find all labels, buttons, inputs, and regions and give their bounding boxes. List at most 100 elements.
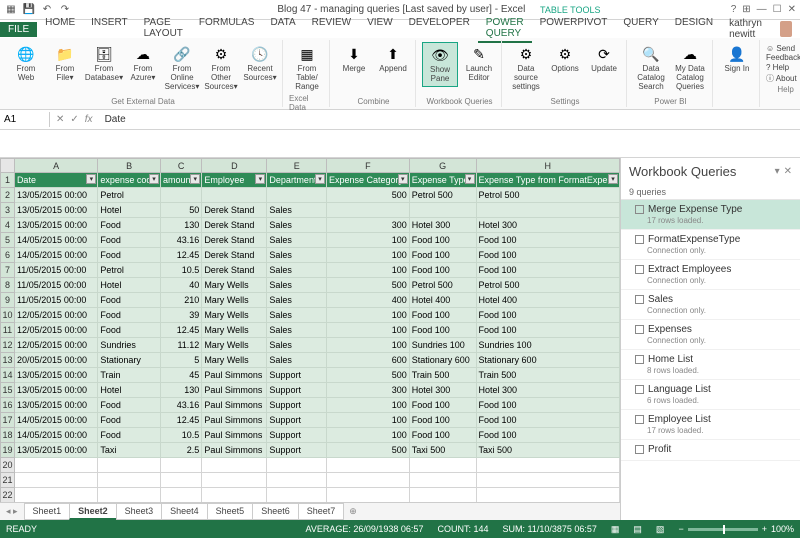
view-layout-icon[interactable]: ▤ [633, 524, 642, 535]
tab-design[interactable]: DESIGN [667, 15, 721, 43]
table-header[interactable]: expense code▾ [98, 173, 161, 188]
row-header[interactable]: 9 [1, 293, 15, 308]
ribbon-my-data-catalog-queries[interactable]: ☁My Data Catalog Queries [672, 42, 708, 93]
ribbon-options-icon[interactable]: ⊞ [742, 4, 750, 15]
cell[interactable]: Petrol 500 [409, 278, 476, 293]
cell[interactable]: Food 100 [476, 428, 619, 443]
cell[interactable]: 100 [326, 323, 409, 338]
cell[interactable]: 10.5 [161, 428, 202, 443]
cell[interactable]: Food 100 [409, 413, 476, 428]
cell[interactable]: Food [98, 248, 161, 263]
cell[interactable]: 500 [326, 443, 409, 458]
cell[interactable]: 39 [161, 308, 202, 323]
table-header[interactable]: Expense Type from FormatExpens▾ [476, 173, 619, 188]
query-item[interactable]: SalesConnection only. [621, 290, 800, 320]
user-name[interactable]: kathryn newitt [729, 18, 776, 40]
cell[interactable]: 100 [326, 398, 409, 413]
cell[interactable] [476, 203, 619, 218]
cell[interactable] [98, 488, 161, 503]
cell[interactable] [98, 473, 161, 488]
ribbon-update[interactable]: ⟳Update [586, 42, 622, 76]
row-header[interactable]: 13 [1, 353, 15, 368]
cell[interactable]: Food [98, 218, 161, 233]
col-header[interactable]: B [98, 159, 161, 173]
cell[interactable]: 13/05/2015 00:00 [14, 218, 97, 233]
table-header[interactable]: Expense Category▾ [326, 173, 409, 188]
row-header[interactable]: 3 [1, 203, 15, 218]
sheet-tab[interactable]: Sheet1 [24, 503, 71, 520]
cell[interactable]: 12/05/2015 00:00 [14, 338, 97, 353]
col-header[interactable]: G [409, 159, 476, 173]
filter-icon[interactable]: ▾ [86, 174, 96, 184]
filter-icon[interactable]: ▾ [398, 174, 408, 184]
filter-icon[interactable]: ▾ [465, 174, 475, 184]
zoom-slider[interactable] [688, 528, 758, 531]
cell[interactable]: Hotel 300 [409, 383, 476, 398]
ribbon-sign-in[interactable]: 👤Sign In [719, 42, 755, 76]
cell[interactable]: Derek Stand [202, 248, 267, 263]
cell[interactable]: Food 100 [409, 233, 476, 248]
row-header[interactable]: 7 [1, 263, 15, 278]
cell[interactable]: Support [267, 368, 327, 383]
row-header[interactable]: 20 [1, 458, 15, 473]
cell[interactable]: Food [98, 233, 161, 248]
cell[interactable] [161, 473, 202, 488]
row-header[interactable]: 10 [1, 308, 15, 323]
enter-icon[interactable]: ✓ [70, 114, 78, 125]
cell[interactable]: 45 [161, 368, 202, 383]
ribbon-from-file-[interactable]: 📁From File▾ [47, 42, 83, 85]
filter-icon[interactable]: ▾ [149, 174, 159, 184]
save-icon[interactable]: 💾 [22, 3, 36, 17]
tab-review[interactable]: REVIEW [304, 15, 359, 43]
cell[interactable]: Hotel [98, 203, 161, 218]
tab-page-layout[interactable]: PAGE LAYOUT [136, 15, 191, 43]
tab-query[interactable]: QUERY [615, 15, 666, 43]
cell[interactable]: Sales [267, 218, 327, 233]
cell[interactable]: 100 [326, 428, 409, 443]
cell[interactable]: Sales [267, 263, 327, 278]
cell[interactable] [14, 488, 97, 503]
cell[interactable]: Food 100 [409, 263, 476, 278]
cell[interactable]: 100 [326, 248, 409, 263]
cell[interactable]: 12/05/2015 00:00 [14, 323, 97, 338]
cell[interactable]: Food 100 [476, 398, 619, 413]
row-header[interactable]: 5 [1, 233, 15, 248]
cell[interactable]: 13/05/2015 00:00 [14, 398, 97, 413]
cell[interactable]: 210 [161, 293, 202, 308]
filter-icon[interactable]: ▾ [255, 174, 265, 184]
cell[interactable]: Food 100 [409, 398, 476, 413]
cell[interactable]: Stationary 600 [476, 353, 619, 368]
cell[interactable]: Paul Simmons [202, 383, 267, 398]
ribbon-options[interactable]: ⚙Options [547, 42, 583, 76]
row-header[interactable]: 8 [1, 278, 15, 293]
sheet-tab[interactable]: Sheet4 [161, 503, 208, 520]
tab-data[interactable]: DATA [262, 15, 303, 43]
cell[interactable]: Food 100 [476, 233, 619, 248]
cell[interactable]: Hotel 300 [476, 383, 619, 398]
cell[interactable]: 5 [161, 353, 202, 368]
cell[interactable] [409, 203, 476, 218]
cell[interactable]: Sales [267, 203, 327, 218]
query-item[interactable]: Extract EmployeesConnection only. [621, 260, 800, 290]
cell[interactable] [202, 458, 267, 473]
cell[interactable]: 12.45 [161, 413, 202, 428]
cell[interactable]: 500 [326, 278, 409, 293]
cell[interactable]: Sales [267, 248, 327, 263]
query-item[interactable]: Home List8 rows loaded. [621, 350, 800, 380]
cell[interactable] [409, 473, 476, 488]
cell[interactable]: 13/05/2015 00:00 [14, 203, 97, 218]
cell[interactable]: Sales [267, 293, 327, 308]
cell[interactable]: 14/05/2015 00:00 [14, 248, 97, 263]
cell[interactable]: Support [267, 398, 327, 413]
cell[interactable]: 100 [326, 233, 409, 248]
cell[interactable]: Mary Wells [202, 278, 267, 293]
table-header[interactable]: amount▾ [161, 173, 202, 188]
close-icon[interactable]: ✕ [788, 4, 796, 15]
cell[interactable]: Mary Wells [202, 308, 267, 323]
cell[interactable]: 500 [326, 368, 409, 383]
cell[interactable]: Paul Simmons [202, 398, 267, 413]
cell[interactable] [267, 488, 327, 503]
cell[interactable]: Hotel [98, 383, 161, 398]
row-header[interactable]: 16 [1, 398, 15, 413]
pane-dropdown-icon[interactable]: ▾ [775, 166, 780, 177]
